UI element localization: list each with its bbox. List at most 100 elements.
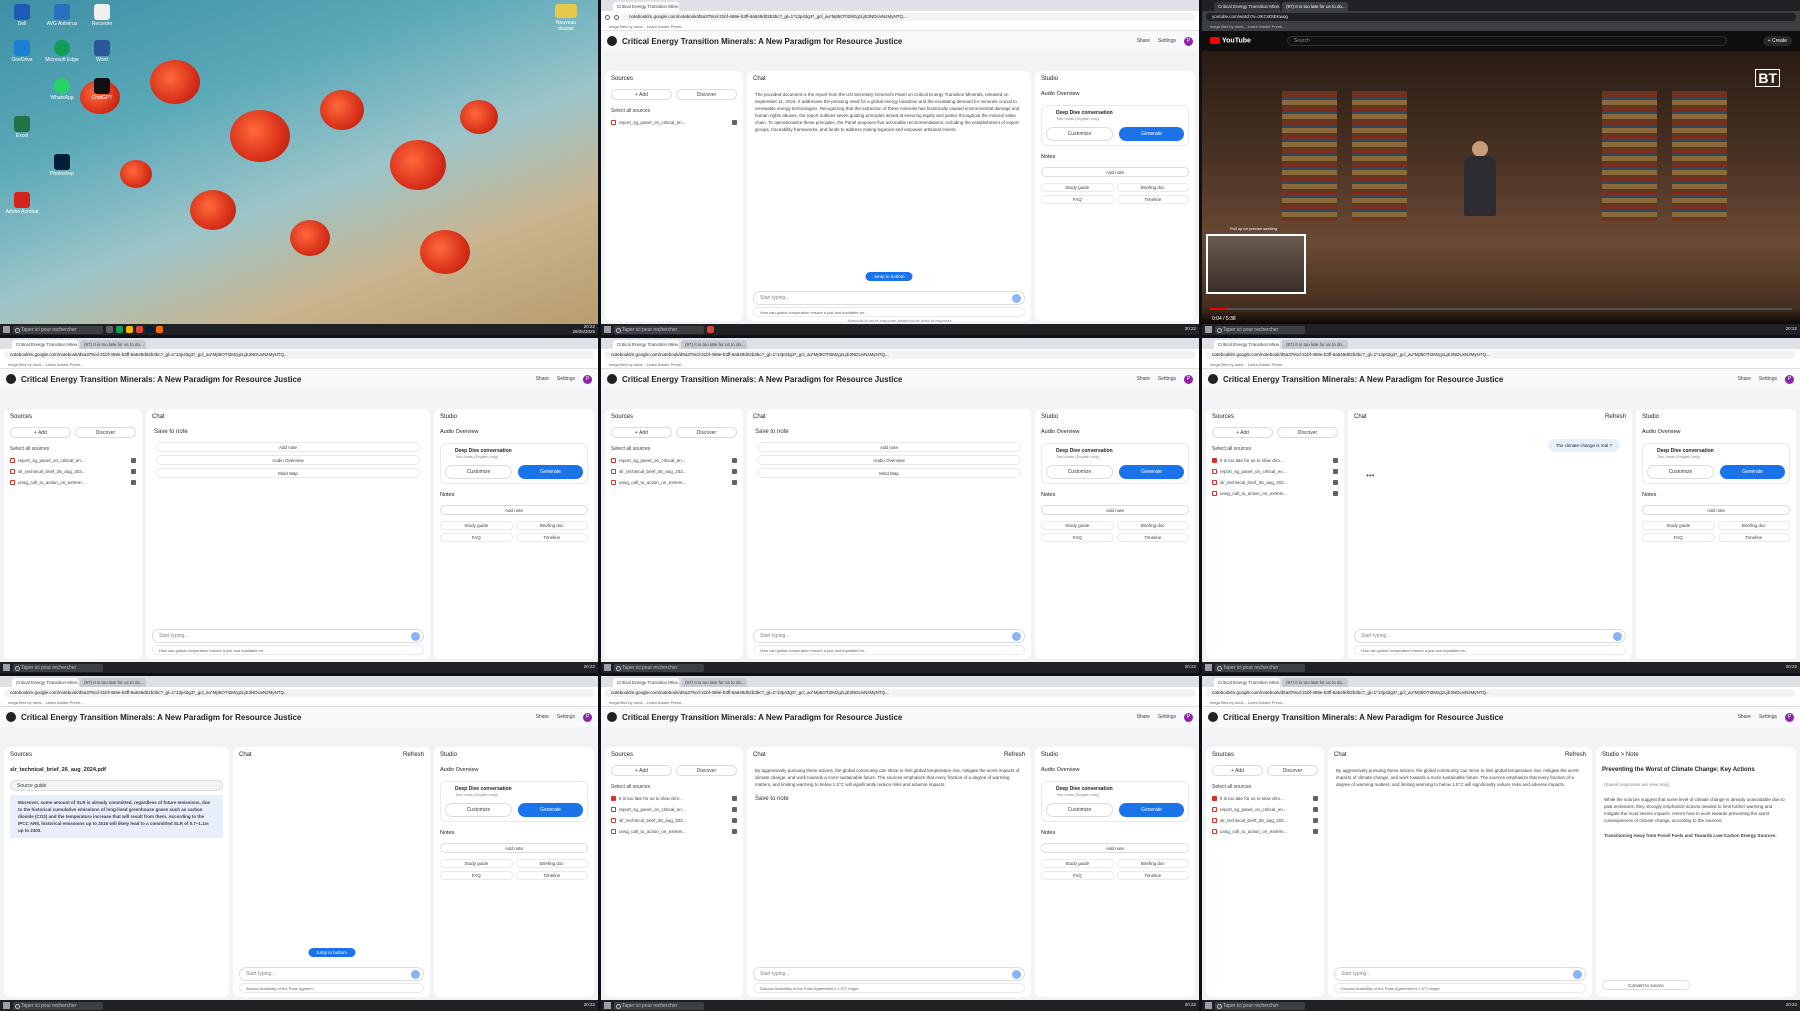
address-bar[interactable]: notebooklm.google.com/notebook/d5a379cd-… [605,351,1195,359]
add-note-button[interactable]: Add note [1642,505,1790,515]
generate-button[interactable]: Generate [518,465,583,479]
generate-button[interactable]: Generate [1119,465,1184,479]
source-item[interactable]: slr_technical_brief_26_aug_202... [4,466,142,477]
jump-to-bottom-button[interactable]: Jump to bottom [307,948,356,957]
source-item[interactable]: report_sg_panel_on_critical_en... [4,455,142,466]
address-bar[interactable]: notebooklm.google.com/notebook/d5a379cd-… [4,351,594,359]
add-note-button[interactable]: Add note [156,442,420,452]
checkbox-icon[interactable] [1313,796,1318,801]
share-button[interactable]: Share [1738,376,1751,382]
bookmarks-bar[interactable]: mega files by doris... Learn Adobe Premi… [0,361,598,369]
settings-button[interactable]: Settings [557,714,575,720]
add-source-button[interactable]: + Add [1212,765,1263,776]
notebooklm-logo-icon[interactable] [607,36,617,46]
checkbox-icon[interactable] [1313,829,1318,834]
send-icon[interactable] [1012,632,1021,641]
chat-input[interactable]: Start typing... [753,629,1025,643]
notebooklm-logo-icon[interactable] [6,374,16,384]
explorer-taskbar-icon[interactable] [126,326,133,333]
source-item[interactable]: It is too late for us to slow clim... [605,793,743,804]
mind-map-button[interactable]: Mind Map [757,468,1021,478]
suggested-question[interactable]: How can global cooperation ensure a just… [152,645,424,655]
notebooklm-logo-icon[interactable] [1208,712,1218,722]
checkbox-icon[interactable] [732,480,737,485]
share-button[interactable]: Share [1137,38,1150,44]
avatar[interactable]: P [1184,374,1193,384]
suggested-question[interactable]: Discuss feasibility of the Paris Agreeme… [753,983,1025,993]
add-note-button[interactable]: Add note [440,843,588,853]
windows-start-icon[interactable] [3,1002,10,1009]
refresh-button[interactable]: Refresh [1565,752,1586,758]
generate-button[interactable]: Generate [518,803,583,817]
edge-taskbar-icon[interactable] [116,326,123,333]
checkbox-icon[interactable] [732,829,737,834]
tab-notebooklm[interactable]: Critical Energy Transition Mine... [613,2,679,11]
chat-input[interactable]: Start typing... [152,629,424,643]
timeline-button[interactable]: Timeline [1116,871,1189,880]
checkbox-icon[interactable] [732,469,737,474]
send-icon[interactable] [1613,632,1622,641]
select-all-sources[interactable]: Select all sources [605,102,743,117]
folder-icon[interactable] [555,4,577,18]
jump-to-bottom-button[interactable]: Jump to bottom [865,272,913,281]
tab-youtube[interactable]: (97) It is too late for us to do... [681,340,747,349]
study-guide-button[interactable]: Study guide [1041,183,1114,192]
generate-button[interactable]: Generate [1720,465,1785,479]
tab-notebooklm[interactable]: Critical Energy Transition Mine... [613,340,679,349]
windows-start-icon[interactable] [3,326,10,333]
chat-input[interactable]: Start typing... [239,967,424,981]
suggested-question[interactable]: How can global cooperation ensure a just… [753,307,1025,317]
study-guide-button[interactable]: Study guide [440,521,513,530]
bookmarks-bar[interactable]: mega files by doris... Learn Adobe Premi… [1202,361,1800,369]
taskbar-clock[interactable]: 20:22 [1185,327,1196,332]
suggested-question[interactable]: Discuss feasibility of the Paris Agreeme… [1334,983,1586,993]
tab-youtube[interactable]: (97) It is too late for us to do... [80,340,146,349]
avatar[interactable]: P [583,712,592,722]
taskbar-clock[interactable]: 20:22 [584,665,595,670]
share-button[interactable]: Share [1137,376,1150,382]
chat-input[interactable]: Start typing... [753,291,1025,305]
customize-button[interactable]: Customize [445,803,512,817]
windows-start-icon[interactable] [604,1002,611,1009]
checkbox-icon[interactable] [1313,807,1318,812]
chatgpt-icon[interactable] [94,78,110,94]
source-item[interactable]: slr_technical_brief_26_aug_202... [1206,815,1324,826]
tab-youtube[interactable]: (97) It is too late for us to do... [681,678,747,687]
taskbar-search[interactable]: Taper ici pour rechercher [1215,1001,1305,1010]
notebook-title[interactable]: Critical Energy Transition Minerals: A N… [622,713,902,722]
bookmarks-bar[interactable]: mega files by doris... Learn Adobe Premi… [1202,699,1800,707]
share-button[interactable]: Share [1137,714,1150,720]
bookmarks-bar[interactable]: mega files by doris... Learn Adobe Premi… [601,23,1199,31]
save-to-note-button[interactable]: Save to note [755,796,789,802]
antivirus-icon[interactable] [54,4,70,20]
study-guide-button[interactable]: Study guide [1642,521,1715,530]
reload-icon[interactable] [614,14,619,20]
settings-button[interactable]: Settings [1158,38,1176,44]
dell-icon[interactable] [14,4,30,20]
settings-button[interactable]: Settings [1759,714,1777,720]
taskbar-search[interactable]: Taper ici pour rechercher [13,1001,103,1010]
settings-button[interactable]: Settings [1158,376,1176,382]
tab-youtube[interactable]: (97) It is too late for us to do... [1282,340,1348,349]
discover-button[interactable]: Discover [676,765,737,776]
source-item[interactable]: report_sg_panel_on_critical_en... [1206,804,1324,815]
word-icon[interactable] [94,40,110,56]
share-button[interactable]: Share [536,714,549,720]
discover-button[interactable]: Discover [1277,427,1338,438]
share-button[interactable]: Share [536,376,549,382]
customize-button[interactable]: Customize [1046,803,1113,817]
photoshop-icon[interactable] [54,154,70,170]
send-icon[interactable] [411,632,420,641]
youtube-search-input[interactable]: Search [1286,36,1727,46]
taskbar-clock[interactable]: 20:22 [1786,327,1797,332]
select-all-sources[interactable]: Select all sources [1206,440,1344,455]
address-bar[interactable]: youtube.com/watch?v=3KCsDtEKwog [1206,13,1796,21]
taskbar-clock[interactable]: 20:22 [1786,1003,1797,1008]
windows-start-icon[interactable] [1205,664,1212,671]
refresh-button[interactable]: Refresh [1004,752,1025,758]
settings-button[interactable]: Settings [1759,376,1777,382]
add-source-button[interactable]: + Add [10,427,71,438]
settings-button[interactable]: Settings [557,376,575,382]
timeline-button[interactable]: Timeline [1116,195,1189,204]
acrobat-icon[interactable] [14,192,30,208]
